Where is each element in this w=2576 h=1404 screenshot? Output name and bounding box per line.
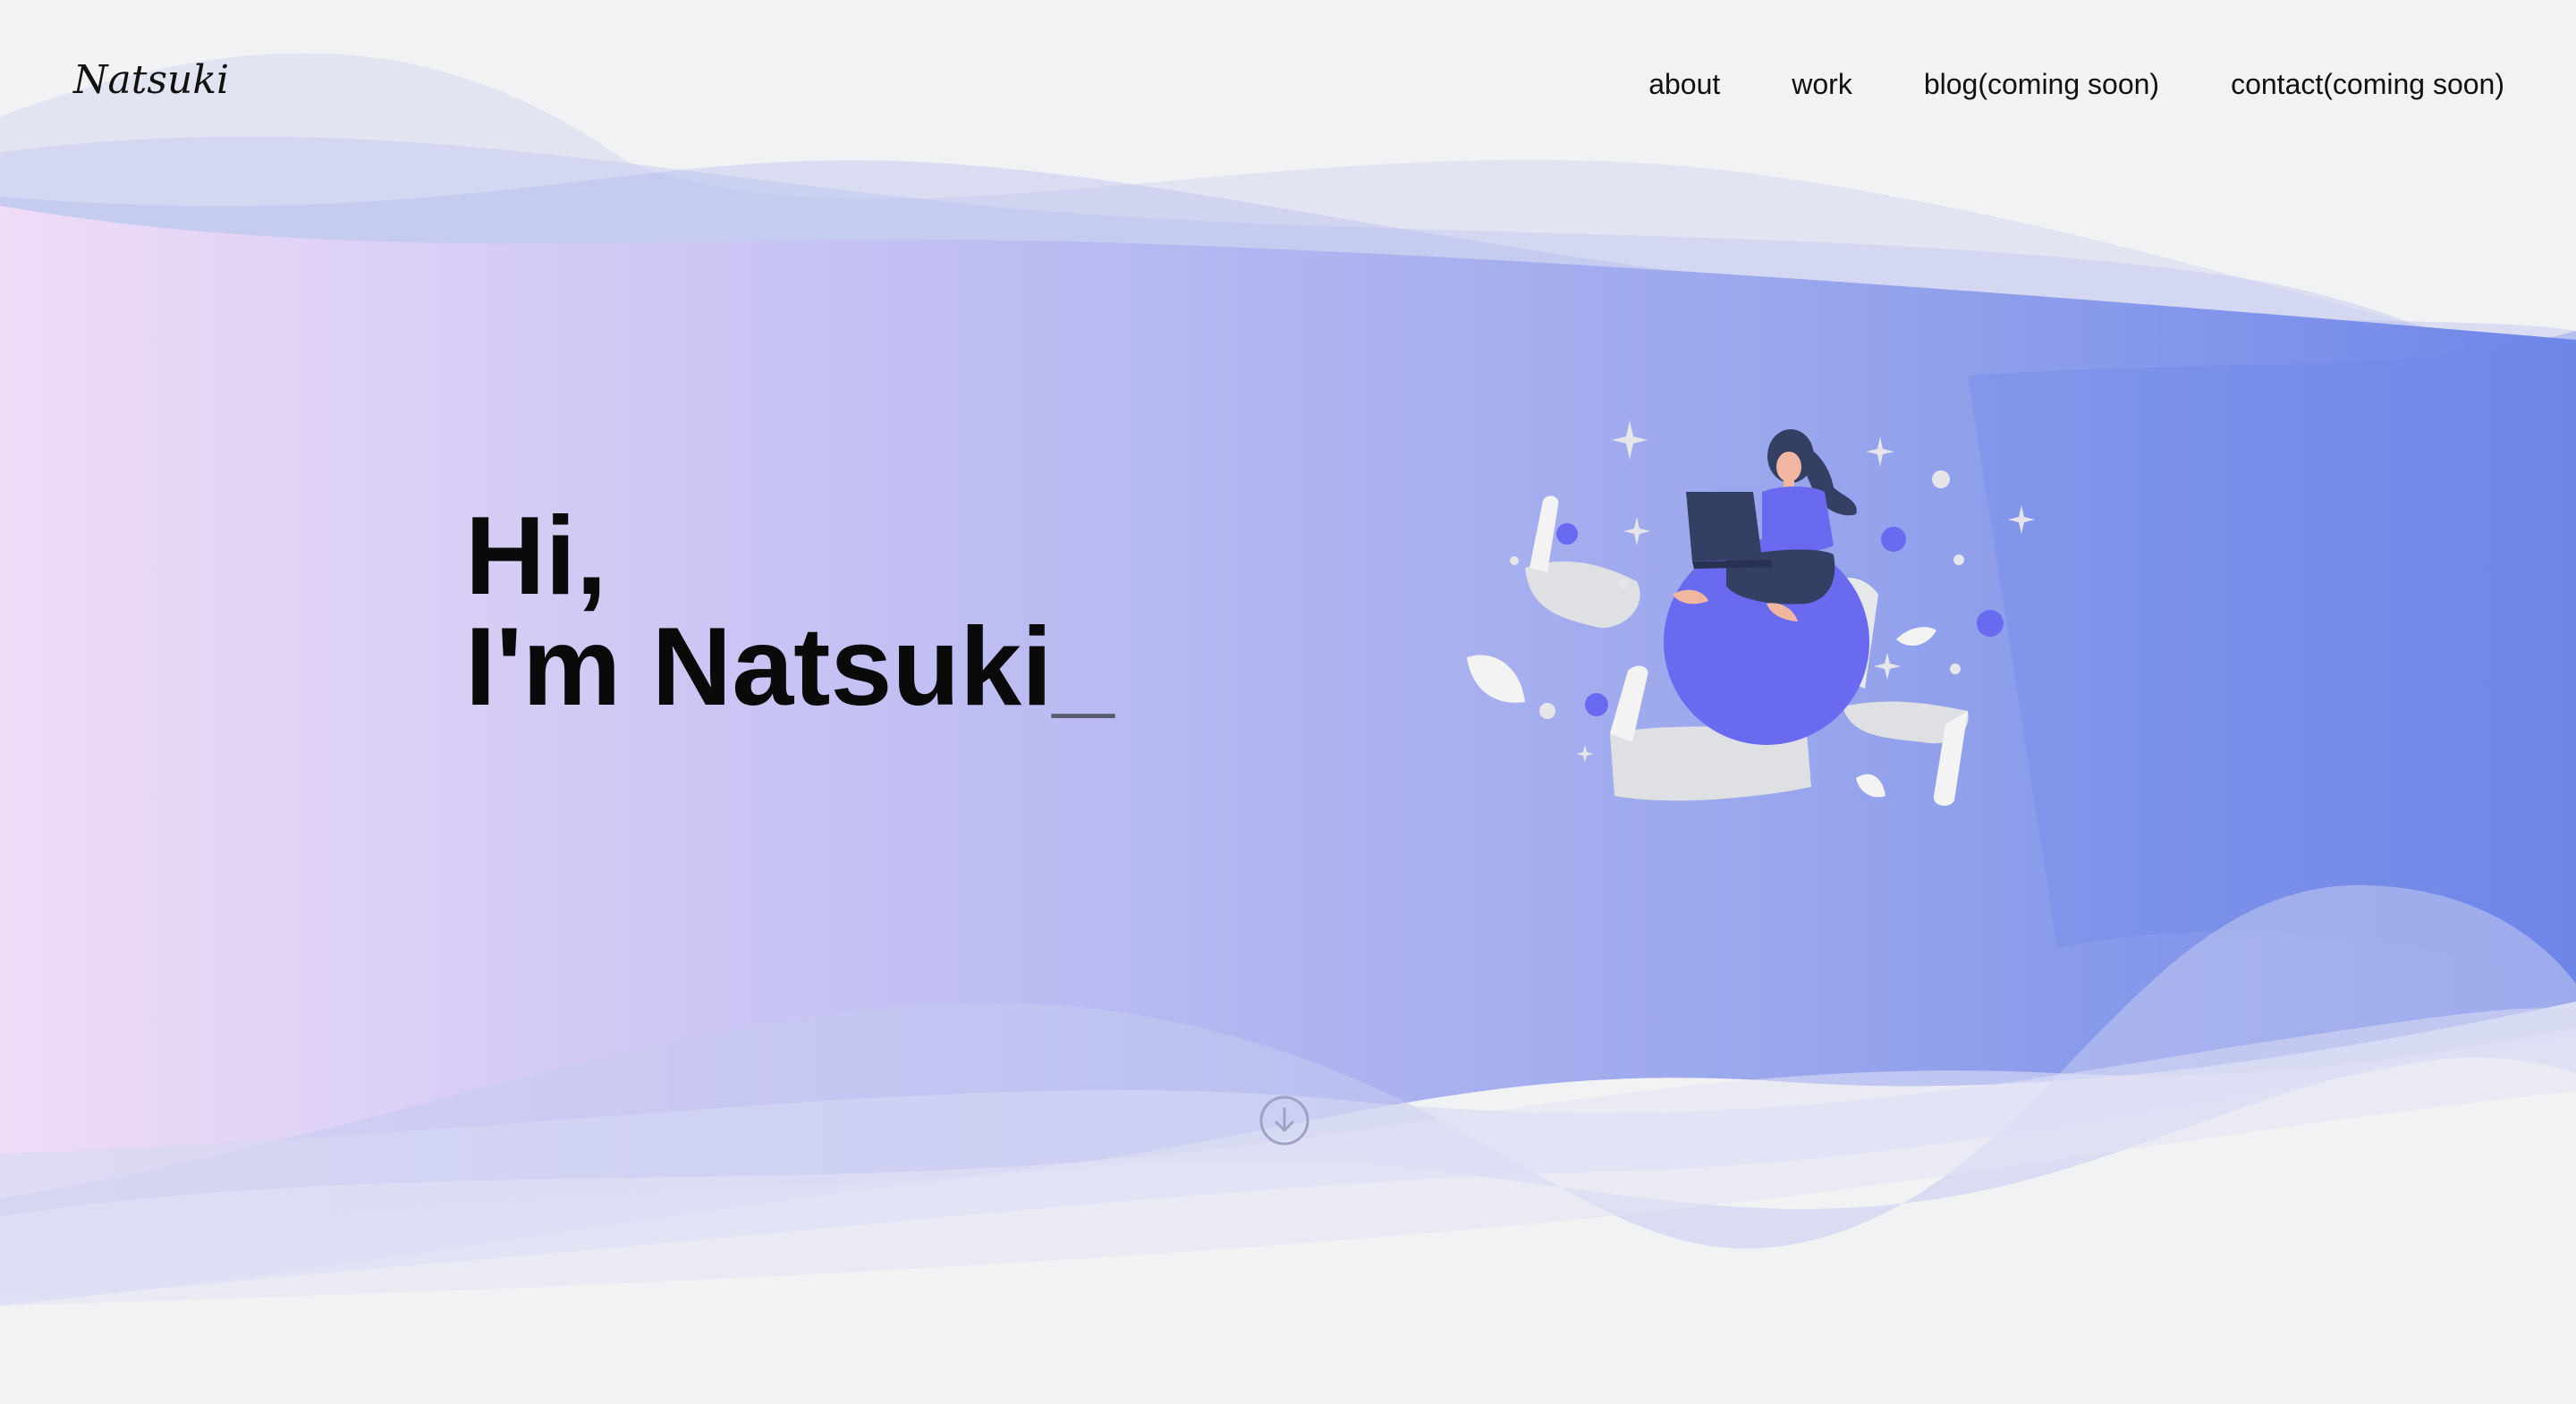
sparkle-6: [1576, 745, 1594, 763]
dot-3: [1977, 610, 2004, 637]
laptop: [1686, 492, 1762, 562]
sparkle-2: [1866, 436, 1894, 467]
hero-name: I'm Natsuki: [465, 605, 1053, 729]
nav-contact[interactable]: contact(coming soon): [2231, 68, 2504, 101]
background-waves: [0, 53, 2576, 1306]
nav-about[interactable]: about: [1648, 68, 1720, 101]
hero-line-2: I'm Natsuki_: [465, 612, 1114, 723]
dot-9: [1953, 554, 1964, 565]
dot-8: [1618, 579, 1629, 589]
main-nav: about work blog(coming soon) contact(com…: [1648, 68, 2504, 101]
typing-cursor: _: [1052, 605, 1114, 729]
leaf-bottom: [1856, 774, 1885, 798]
face: [1776, 452, 1801, 482]
dot-1: [1556, 523, 1578, 545]
sparkle-1: [1612, 420, 1648, 460]
dot-2: [1881, 527, 1906, 552]
arrow-down-circle-icon[interactable]: [1259, 1095, 1309, 1146]
dot-10: [1950, 664, 1961, 674]
hero-line-1: Hi,: [465, 495, 607, 618]
sparkle-3: [1623, 517, 1650, 546]
dot-4: [1585, 693, 1608, 716]
leaf-left: [1467, 655, 1525, 703]
ribbon-left: [1525, 561, 1640, 628]
nav-blog[interactable]: blog(coming soon): [1924, 68, 2159, 101]
hero-heading: Hi, I'm Natsuki_: [465, 501, 1114, 723]
ribbon-left-edge: [1530, 495, 1559, 572]
nav-work[interactable]: work: [1792, 68, 1852, 101]
site-logo[interactable]: Natsuki: [73, 57, 229, 103]
wave-right: [1968, 331, 2576, 984]
dot-7: [1510, 556, 1519, 565]
page: Natsuki about work blog(coming soon) con…: [0, 0, 2576, 1404]
sparkle-5: [1874, 653, 1901, 680]
leaf-right: [1896, 627, 1936, 647]
dot-5: [1932, 470, 1950, 488]
torso: [1762, 486, 1834, 553]
dot-6: [1539, 703, 1555, 719]
hero-illustration: [1467, 420, 2035, 807]
sparkle-4: [2008, 505, 2035, 534]
